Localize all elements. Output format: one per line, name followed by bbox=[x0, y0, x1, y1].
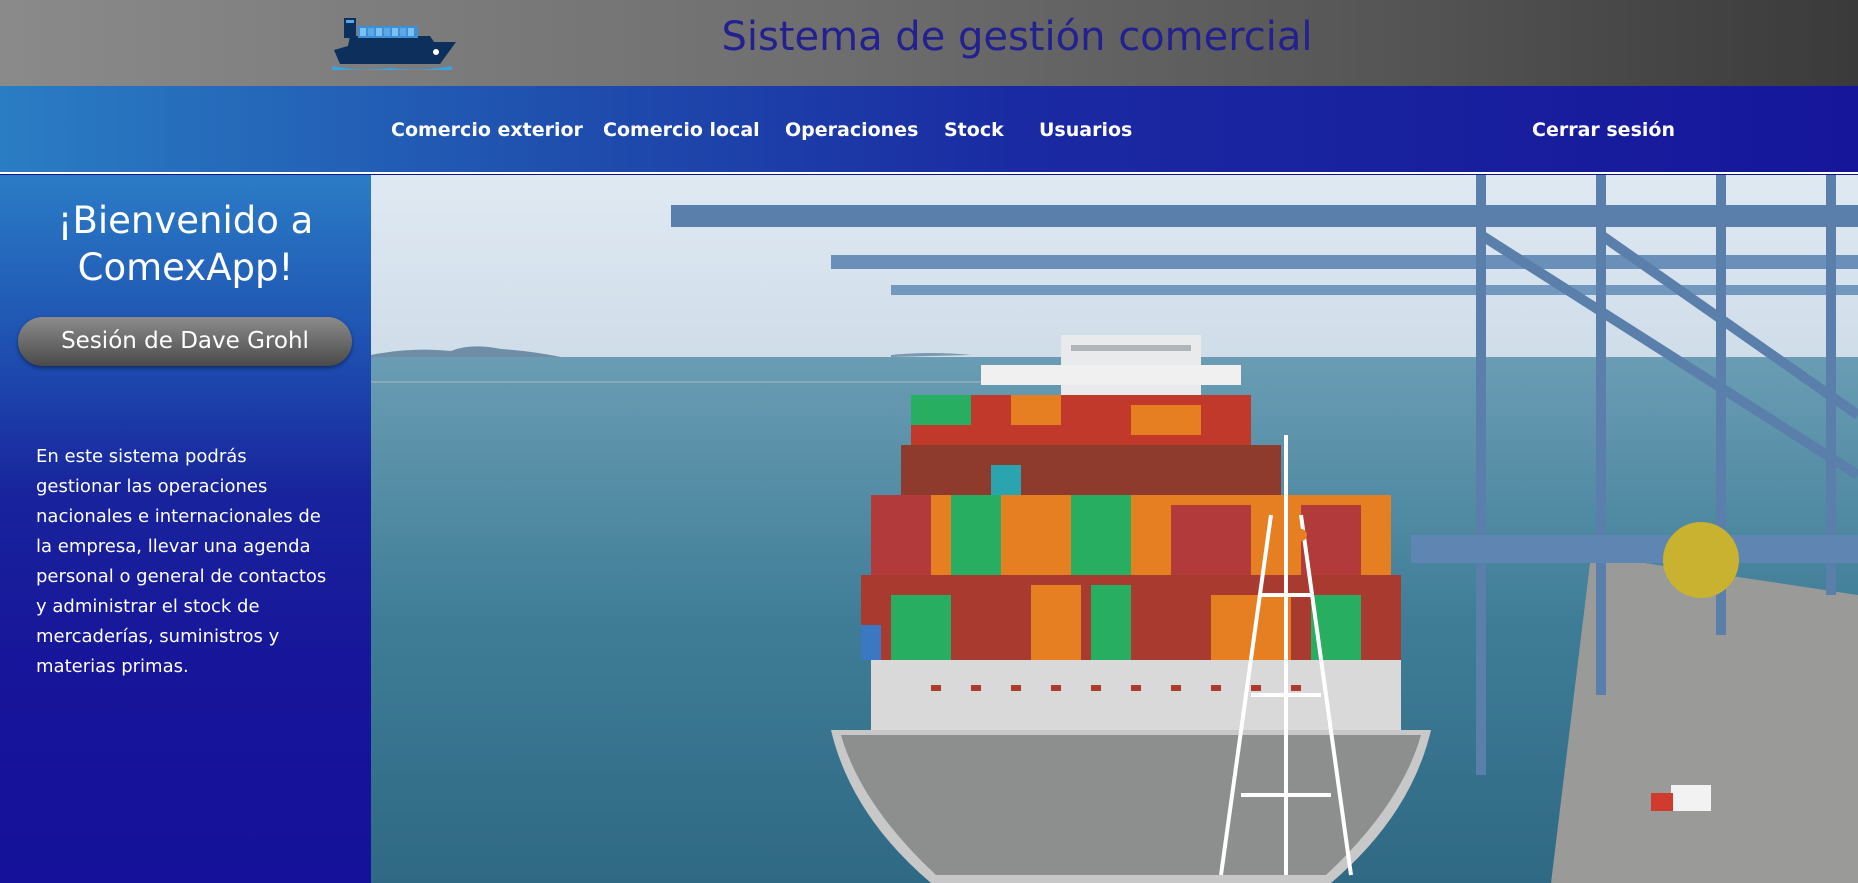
nav-item-usuarios[interactable]: Usuarios bbox=[1039, 118, 1132, 142]
logout-link[interactable]: Cerrar sesión bbox=[1532, 118, 1675, 142]
sidebar: ¡Bienvenido a ComexApp! Sesión de Dave G… bbox=[0, 175, 371, 883]
session-badge: Sesión de Dave Grohl bbox=[18, 317, 352, 366]
header-bar: Sistema de gestión comercial bbox=[0, 0, 1858, 86]
welcome-heading: ¡Bienvenido a ComexApp! bbox=[0, 197, 371, 291]
welcome-line-1: ¡Bienvenido a bbox=[57, 199, 314, 242]
welcome-line-2: ComexApp! bbox=[77, 246, 294, 289]
nav-item-comercio-exterior[interactable]: Comercio exterior bbox=[391, 118, 583, 142]
nav-item-comercio-local[interactable]: Comercio local bbox=[603, 118, 760, 142]
nav-item-operaciones[interactable]: Operaciones bbox=[785, 118, 918, 142]
description-text: En este sistema podrás gestionar las ope… bbox=[36, 446, 327, 677]
container-ship-port-photo bbox=[371, 175, 1858, 883]
app-title: Sistema de gestión comercial bbox=[721, 14, 1313, 60]
nav-item-stock[interactable]: Stock bbox=[944, 118, 1004, 142]
main-nav: Comercio exterior Comercio local Operaci… bbox=[0, 86, 1858, 174]
